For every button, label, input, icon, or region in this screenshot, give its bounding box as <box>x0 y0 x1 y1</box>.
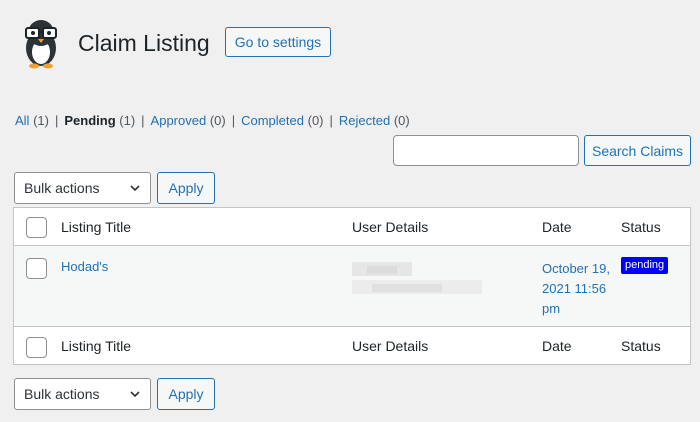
chevron-down-icon <box>130 391 140 398</box>
select-all-checkbox-footer[interactable] <box>26 337 47 358</box>
filter-separator: | <box>329 113 333 128</box>
status-badge: pending <box>621 257 669 274</box>
table-row: Hodad's October 19, 2021 11:56 pm pendin… <box>14 246 690 327</box>
listing-title-link[interactable]: Hodad's <box>61 259 108 274</box>
apply-button-top[interactable]: Apply <box>157 172 215 204</box>
filter-all[interactable]: All (1) <box>15 113 49 128</box>
filter-approved[interactable]: Approved (0) <box>151 113 226 128</box>
search-claims-button[interactable]: Search Claims <box>584 135 691 166</box>
column-status-footer: Status <box>621 338 661 354</box>
search-claims-input[interactable] <box>393 135 579 166</box>
filter-separator: | <box>231 113 236 128</box>
column-listing-title[interactable]: Listing Title <box>61 219 131 235</box>
claim-date: October 19, 2021 11:56 pm <box>542 261 610 316</box>
page-title: Claim Listing <box>78 30 210 56</box>
plugin-logo-icon <box>18 18 64 70</box>
apply-button-bottom[interactable]: Apply <box>157 378 215 410</box>
column-date-footer[interactable]: Date <box>542 338 572 354</box>
column-user-details-footer: User Details <box>352 338 429 354</box>
user-details-redacted <box>352 262 482 300</box>
column-listing-title-footer[interactable]: Listing Title <box>61 338 131 354</box>
filter-rejected[interactable]: Rejected (0) <box>339 113 410 128</box>
filter-separator: | <box>141 113 145 128</box>
table-footer: Listing Title User Details Date Status <box>14 327 690 364</box>
column-user-details: User Details <box>352 219 429 235</box>
bulk-actions-label: Bulk actions <box>24 180 100 196</box>
column-date[interactable]: Date <box>542 219 572 235</box>
chevron-down-icon <box>130 185 140 192</box>
filter-completed[interactable]: Completed (0) <box>241 113 323 128</box>
claims-table: Listing Title User Details Date Status H… <box>13 207 691 365</box>
column-status: Status <box>621 219 661 235</box>
filter-pending[interactable]: Pending (1) <box>64 113 135 128</box>
bulk-actions-select-top[interactable]: Bulk actions <box>14 172 151 204</box>
table-header: Listing Title User Details Date Status <box>14 208 690 246</box>
bulk-actions-label: Bulk actions <box>24 386 100 402</box>
row-checkbox[interactable] <box>26 258 47 279</box>
go-to-settings-button[interactable]: Go to settings <box>225 27 331 57</box>
select-all-checkbox[interactable] <box>26 217 47 238</box>
bulk-actions-select-bottom[interactable]: Bulk actions <box>14 378 151 410</box>
status-filters: All (1) | Pending (1) | Approved (0) | C… <box>15 113 410 128</box>
filter-separator: | <box>54 113 59 128</box>
